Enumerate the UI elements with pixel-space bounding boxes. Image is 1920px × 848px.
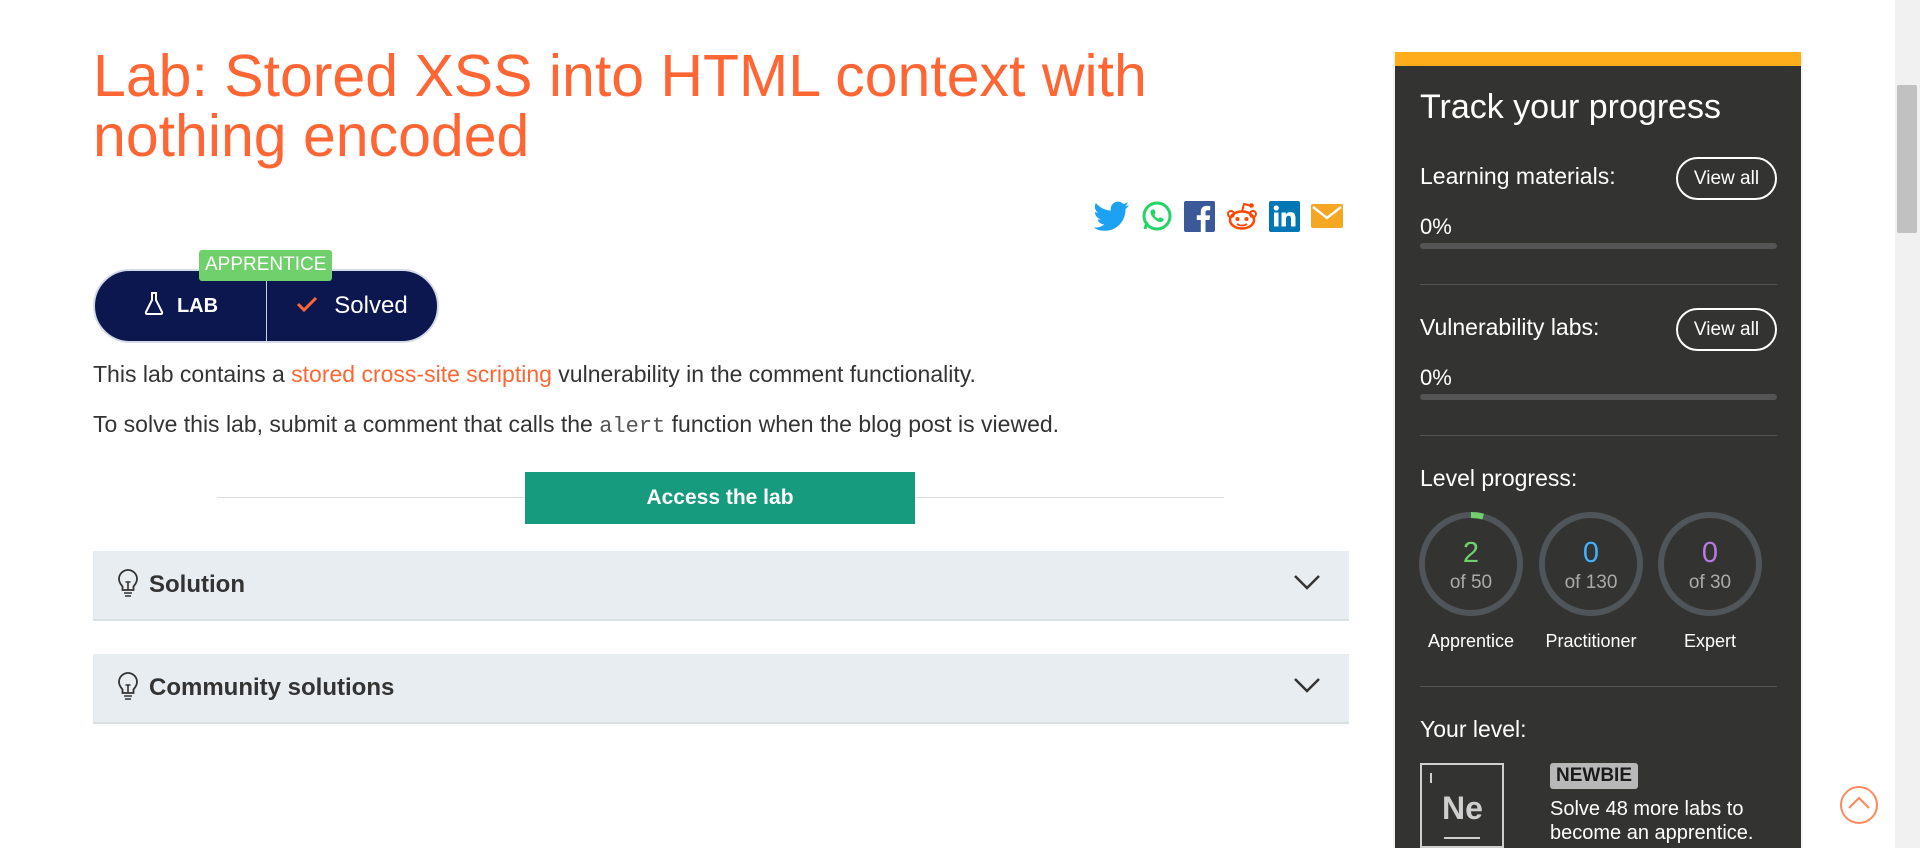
xss-link[interactable]: stored cross-site scripting (291, 361, 552, 387)
scrollbar-thumb[interactable] (1897, 85, 1917, 233)
expert-ring: 0 of 30 Expert (1655, 510, 1765, 652)
separator (1420, 686, 1777, 687)
level-rings: 2 of 50 Apprentice 0 of 130 Practitioner… (1419, 510, 1777, 680)
solved-badge: Solved (267, 292, 437, 320)
ring-count: 0 (1701, 537, 1719, 569)
learning-materials-label: Learning materials: (1420, 163, 1616, 189)
access-lab-row: Access the lab (217, 472, 1224, 524)
lab-badge: LAB (95, 271, 267, 341)
level-message: Solve 48 more labs to become an apprenti… (1550, 798, 1754, 844)
level-name-badge: NEWBIE (1550, 763, 1638, 789)
learning-view-all-button[interactable]: View all (1676, 157, 1777, 200)
level-symbol: Ne (1442, 790, 1483, 826)
separator (1420, 284, 1777, 285)
ring-count: 0 (1582, 537, 1600, 569)
lab-label: LAB (176, 294, 219, 317)
element-underline (1444, 837, 1480, 839)
lightbulb-icon (117, 671, 139, 706)
instruction-text: To solve this lab, submit a comment that… (93, 411, 600, 437)
your-level-label: Your level: (1420, 716, 1527, 742)
learning-progress-bar (1420, 243, 1777, 249)
alert-code: alert (599, 414, 666, 439)
ring-total: of 30 (1688, 572, 1732, 593)
separator (1420, 435, 1777, 436)
level-tag: APPRENTICE (199, 250, 333, 281)
flask-icon (143, 291, 165, 321)
lightbulb-icon (117, 568, 139, 603)
community-solutions-accordion[interactable]: Community solutions (93, 654, 1349, 724)
accordion-label: Community solutions (149, 674, 395, 701)
lab-instruction: To solve this lab, submit a comment that… (93, 411, 1059, 439)
vulnerability-labs-label: Vulnerability labs: (1420, 314, 1600, 340)
vulnerability-progress-bar (1420, 394, 1777, 400)
page-scrollbar[interactable] (1895, 0, 1920, 848)
chevron-up-icon (1847, 795, 1871, 816)
practitioner-ring: 0 of 130 Practitioner (1536, 510, 1646, 652)
checkmark-icon (296, 292, 318, 320)
share-bar (1094, 200, 1343, 232)
learning-percent: 0% (1420, 214, 1452, 239)
ring-count: 2 (1462, 537, 1480, 569)
accordion-label: Solution (149, 571, 245, 598)
chevron-down-icon[interactable] (1293, 573, 1321, 596)
solved-label: Solved (334, 292, 408, 319)
solution-accordion[interactable]: Solution (93, 551, 1349, 621)
chevron-down-icon[interactable] (1293, 676, 1321, 699)
panel-top-bar (1395, 52, 1801, 66)
instruction-text-end: function when the blog post is viewed. (665, 411, 1060, 437)
ring-total: of 50 (1449, 572, 1493, 593)
description-text: This lab contains a (93, 361, 292, 387)
level-element-icon: Ne (1420, 763, 1504, 848)
twitter-icon[interactable] (1094, 201, 1130, 231)
progress-title: Track your progress (1420, 88, 1722, 126)
access-lab-button[interactable]: Access the lab (525, 472, 915, 524)
description-text-end: vulnerability in the comment functionali… (551, 361, 976, 387)
reddit-icon[interactable] (1226, 201, 1258, 231)
scroll-to-top-button[interactable] (1840, 786, 1878, 824)
level-progress-label: Level progress: (1420, 465, 1578, 491)
apprentice-ring: 2 of 50 Apprentice (1416, 510, 1526, 652)
progress-panel: Track your progress Learning materials: … (1393, 52, 1803, 848)
facebook-icon[interactable] (1184, 200, 1215, 232)
email-icon[interactable] (1311, 204, 1343, 228)
ring-total: of 130 (1564, 572, 1618, 593)
ring-level-name: Apprentice (1427, 631, 1515, 651)
lab-status-badge: APPRENTICE LAB Solved (93, 250, 439, 343)
vulnerability-view-all-button[interactable]: View all (1676, 308, 1777, 351)
lab-description: This lab contains a stored cross-site sc… (93, 361, 976, 388)
whatsapp-icon[interactable] (1141, 200, 1173, 232)
page-title: Lab: Stored XSS into HTML context with n… (93, 43, 1147, 169)
ring-level-name: Expert (1683, 631, 1737, 651)
element-number-mark (1430, 773, 1432, 783)
linkedin-icon[interactable] (1269, 200, 1300, 232)
main-content: Lab: Stored XSS into HTML context with n… (93, 0, 1350, 848)
ring-level-name: Practitioner (1545, 631, 1637, 651)
vulnerability-percent: 0% (1420, 365, 1452, 390)
